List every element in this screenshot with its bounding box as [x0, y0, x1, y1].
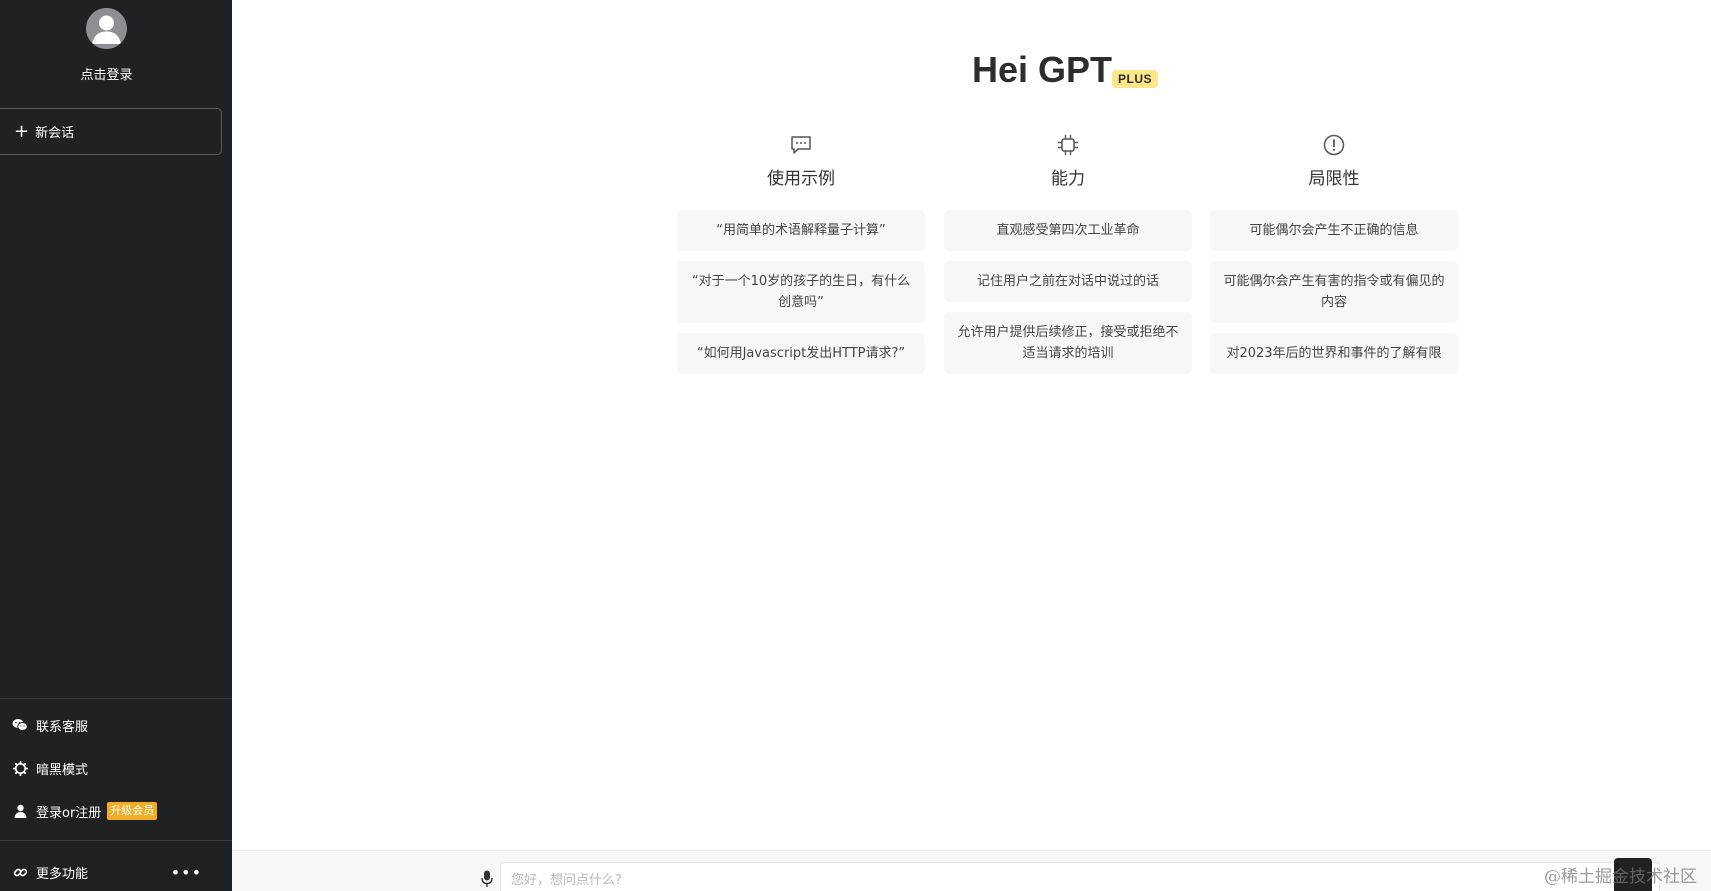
- chat-input-box[interactable]: [500, 862, 1660, 891]
- limitation-card: 可能偶尔会产生有害的指令或有偏见的内容: [1210, 261, 1458, 323]
- upgrade-vip-badge[interactable]: 升级会员: [107, 802, 158, 820]
- capabilities-column: 能力 直观感受第四次工业革命 记住用户之前在对话中说过的话 允许用户提供后续修正…: [944, 132, 1192, 384]
- contact-support-label: 联系客服: [36, 719, 89, 735]
- sidebar-divider: [0, 698, 232, 699]
- login-link[interactable]: 点击登录: [0, 64, 213, 83]
- gear-icon: [12, 760, 28, 776]
- page-title: Hei GPT PLUS: [972, 49, 1159, 90]
- chat-input[interactable]: [501, 863, 1659, 891]
- watermark: @稀土掘金技术社区: [1544, 867, 1697, 887]
- capability-card: 记住用户之前在对话中说过的话: [944, 261, 1192, 302]
- app-title: Hei GPT: [972, 49, 1113, 90]
- capability-card: 直观感受第四次工业革命: [944, 210, 1192, 251]
- user-avatar-icon: [86, 8, 127, 49]
- more-features-label: 更多功能: [36, 866, 89, 882]
- limitation-card: 可能偶尔会产生不正确的信息: [1210, 210, 1458, 251]
- contact-support-button[interactable]: 联系客服: [0, 707, 232, 743]
- new-chat-label: 新会话: [35, 126, 75, 141]
- login-register-label: 登录or注册: [36, 805, 102, 821]
- sidebar-divider-bottom: [0, 840, 232, 841]
- login-register-button[interactable]: 登录or注册 升级会员: [0, 793, 232, 829]
- chip-icon: [944, 132, 1192, 158]
- example-card[interactable]: “对于一个10岁的孩子的生日，有什么创意吗”: [677, 261, 925, 323]
- examples-column: 使用示例 “用简单的术语解释量子计算” “对于一个10岁的孩子的生日，有什么创意…: [677, 132, 925, 384]
- sidebar: 点击登录 + 新会话 联系客服 暗黑模式 登录or注册 升级会员 更多功能 ••…: [0, 0, 232, 891]
- dark-mode-toggle[interactable]: 暗黑模式: [0, 750, 232, 786]
- new-chat-button[interactable]: + 新会话: [0, 108, 222, 155]
- more-options-icon[interactable]: •••: [171, 863, 202, 882]
- warning-circle-icon: [1210, 132, 1458, 158]
- limitation-card: 对2023年后的世界和事件的了解有限: [1210, 333, 1458, 374]
- dark-mode-label: 暗黑模式: [36, 762, 89, 778]
- limitations-column: 局限性 可能偶尔会产生不正确的信息 可能偶尔会产生有害的指令或有偏见的内容 对2…: [1210, 132, 1458, 384]
- example-card[interactable]: “用简单的术语解释量子计算”: [677, 210, 925, 251]
- more-features-button[interactable]: 更多功能 •••: [0, 854, 232, 890]
- avatar[interactable]: [86, 8, 127, 49]
- user-icon: [12, 803, 28, 819]
- chat-bubble-icon: [677, 132, 925, 158]
- plus-badge: PLUS: [1112, 70, 1159, 88]
- limitations-title: 局限性: [1308, 169, 1360, 189]
- examples-title: 使用示例: [767, 169, 835, 189]
- example-card[interactable]: “如何用Javascript发出HTTP请求?”: [677, 333, 925, 374]
- capabilities-title: 能力: [1051, 169, 1085, 189]
- microphone-icon[interactable]: [479, 870, 495, 890]
- link-icon: [12, 864, 28, 880]
- wechat-icon: [12, 717, 28, 733]
- capability-card: 允许用户提供后续修正，接受或拒绝不适当请求的培训: [944, 312, 1192, 374]
- plus-icon: +: [14, 120, 30, 142]
